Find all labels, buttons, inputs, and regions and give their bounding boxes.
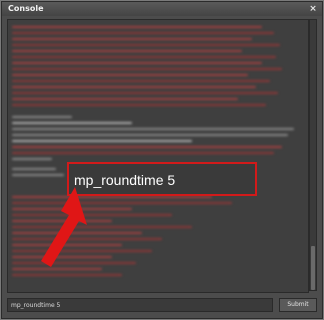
window-title: Console — [8, 4, 44, 13]
red-arrow-icon — [41, 187, 87, 267]
command-input-row: Submit — [7, 298, 319, 312]
highlighted-command-box: mp_roundtime 5 — [67, 162, 257, 196]
highlighted-command-text: mp_roundtime 5 — [74, 172, 176, 188]
scrollbar-thumb[interactable] — [311, 246, 315, 290]
submit-button[interactable]: Submit — [279, 298, 317, 312]
close-icon[interactable]: × — [308, 4, 318, 14]
command-input[interactable] — [7, 298, 273, 312]
output-scrollbar[interactable] — [309, 19, 317, 291]
console-window: Console × mp_roundtime 5 mp_roundtime 5 … — [0, 0, 324, 320]
title-bar[interactable]: Console × — [2, 2, 322, 16]
